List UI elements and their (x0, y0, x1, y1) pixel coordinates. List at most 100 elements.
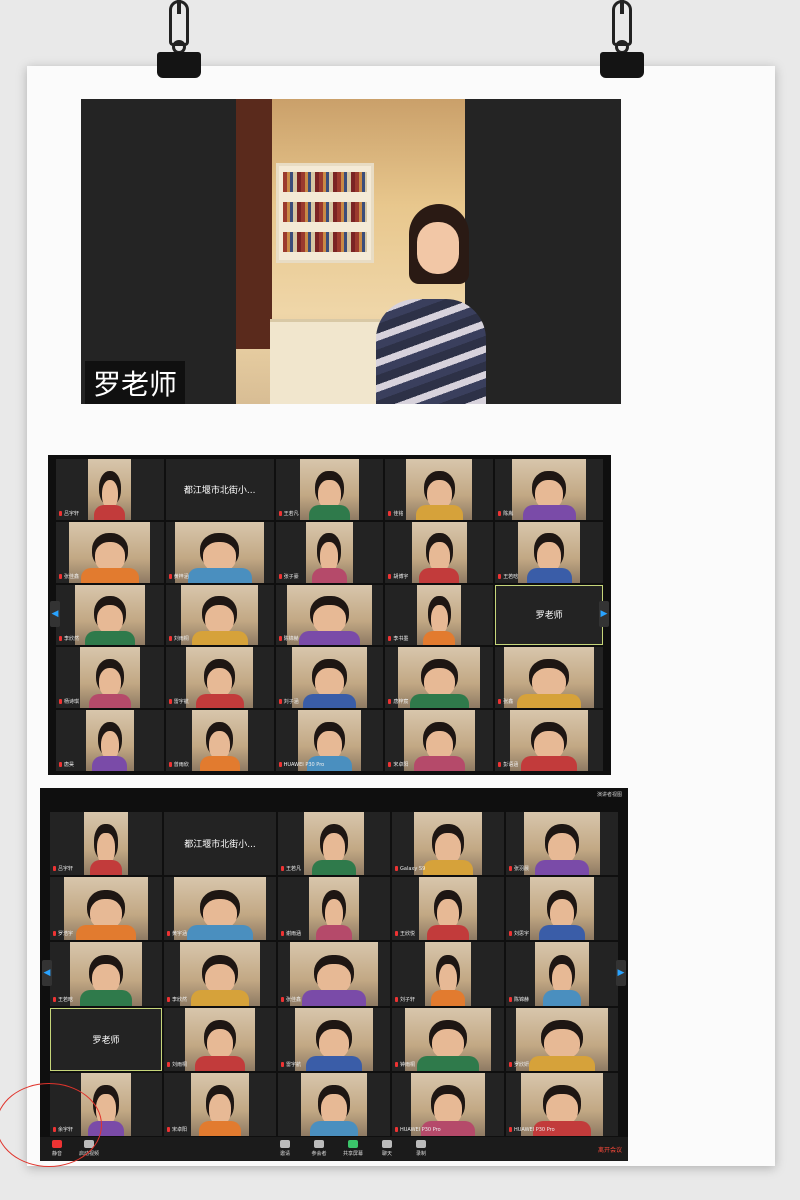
participant-tile[interactable]: 王若晗 (50, 942, 162, 1006)
participant-label-text: 曾雨欣 (173, 761, 189, 768)
participant-video (411, 521, 467, 583)
participant-tile[interactable]: 罗浩宇 (50, 877, 162, 941)
participant-tile[interactable]: 胡博宇 (385, 521, 494, 583)
participant-tile[interactable]: 张羽晨 (506, 812, 618, 876)
participant-tile[interactable]: 李书墨 (385, 584, 494, 646)
prev-page-button[interactable]: ◀ (42, 960, 52, 986)
participant-tile[interactable]: 王若晗 (495, 521, 603, 583)
participant-tile[interactable]: 张佳鑫 (56, 521, 164, 583)
participant-tile[interactable]: 刘思宇 (506, 877, 618, 941)
participant-video (300, 1072, 368, 1136)
participant-tile[interactable]: 陈锦赫 (506, 942, 618, 1006)
participant-tile[interactable]: 彭语涵 (495, 710, 603, 771)
invite-button[interactable]: 邀请 (270, 1140, 300, 1157)
muted-mic-icon (53, 866, 56, 872)
participant-video (190, 1072, 250, 1136)
participant-video (300, 459, 359, 520)
participant-tile[interactable]: 黄梓涵 (165, 521, 274, 583)
participant-tile[interactable]: HUAWEI P30 Pro (506, 1072, 618, 1136)
participant-tile[interactable]: 李欣然 (164, 942, 276, 1006)
participant-tile[interactable]: 都江堰市北街小... (165, 459, 274, 520)
participant-tile[interactable]: 曾雨欣 (165, 710, 274, 771)
participant-label-text: 宋卓阳 (393, 761, 409, 768)
participant-tile[interactable]: 罗老师 (50, 1007, 162, 1071)
speaker-view-toggle[interactable]: 演讲者视图 (597, 791, 622, 798)
participant-tile[interactable]: 王若凡 (278, 812, 390, 876)
participant-tile[interactable]: 罗老师 (495, 584, 603, 646)
participant-tile[interactable]: 雷宇航 (278, 1007, 390, 1071)
leave-meeting-button[interactable]: 离开会议 (598, 1145, 622, 1154)
next-page-button[interactable]: ▶ (616, 960, 626, 986)
participant-label: 宋卓阳 (388, 761, 409, 769)
muted-mic-icon (498, 699, 502, 705)
muted-mic-icon (498, 510, 502, 516)
participant-tile[interactable]: 黄宇涵 (164, 877, 276, 941)
muted-mic-icon (395, 866, 398, 872)
participant-tile[interactable]: 钟雨桐 (392, 1007, 504, 1071)
participant-tile[interactable]: 雷宇航 (165, 647, 274, 709)
prev-page-button[interactable]: ◀ (50, 601, 60, 627)
participant-tile[interactable]: 唐昊 (56, 710, 164, 771)
participant-tile[interactable]: 吕宇轩 (56, 459, 164, 520)
participant-tile[interactable]: 张鑫 (495, 647, 603, 709)
participant-tile[interactable]: 刘子轩 (392, 942, 504, 1006)
chat-button[interactable]: 聊天 (372, 1140, 402, 1157)
participant-label-text: 雷宇航 (173, 699, 189, 706)
participant-tile[interactable]: 王欣悦 (392, 877, 504, 941)
participant-video (517, 521, 581, 583)
participant-tile[interactable]: 张佳鑫 (278, 942, 390, 1006)
participant-video (180, 584, 259, 646)
participants-button[interactable]: 参会者 (304, 1140, 334, 1157)
participant-video (186, 647, 254, 709)
participant-tile[interactable]: 佳铭 (385, 459, 494, 520)
muted-mic-icon (395, 931, 398, 937)
participant-tile[interactable]: 谢雨涵 (278, 877, 390, 941)
participant-tile[interactable]: 都江堰市北街小... (164, 812, 276, 876)
participant-label: 王若晗 (53, 996, 73, 1004)
participant-tile[interactable]: 张子豪 (275, 521, 384, 583)
participant-name-display: 都江堰市北街小... (183, 485, 256, 496)
participant-tile[interactable]: 陈胤 (495, 459, 603, 520)
participant-tile[interactable]: HUAWEI P30 Pro (392, 1072, 504, 1136)
next-page-button[interactable]: ▶ (599, 601, 609, 627)
muted-mic-icon (278, 510, 282, 516)
participant-tile[interactable]: 刘子涵 (275, 647, 384, 709)
participant-tile[interactable] (278, 1072, 390, 1136)
participant-tile[interactable]: 宋卓阳 (385, 710, 494, 771)
participant-tile[interactable]: 宋卓阳 (164, 1072, 276, 1136)
participant-label: 刘雨桐 (167, 1061, 187, 1069)
participant-label-text: 张佳鑫 (64, 573, 80, 580)
participant-label: 张子豪 (278, 573, 299, 581)
participant-label-text: 刘雨桐 (173, 636, 189, 643)
participant-label-text: 王若晗 (503, 573, 519, 580)
participant-tile[interactable]: 罗欣妍 (506, 1007, 618, 1071)
participant-tile[interactable]: 刘雨桐 (164, 1007, 276, 1071)
participant-label-text: 李欣然 (172, 996, 188, 1003)
participant-tile[interactable]: 陈锦赫 (275, 584, 384, 646)
muted-mic-icon (388, 636, 392, 642)
participant-tile[interactable]: 王若凡 (275, 459, 384, 520)
participant-tile[interactable]: 刘雨桐 (165, 584, 274, 646)
participant-video (405, 1007, 491, 1071)
record-button[interactable]: 录制 (406, 1140, 436, 1157)
share-screen-button[interactable]: 共享屏幕 (338, 1140, 368, 1157)
participant-tile[interactable]: 李欣然 (56, 584, 164, 646)
participant-video (305, 521, 354, 583)
participant-label-text: 黄梓涵 (173, 573, 189, 580)
participant-label-text: 刘子涵 (283, 699, 299, 706)
muted-mic-icon (168, 573, 172, 579)
gallery-screenshot-2: 演讲者视图 吕宇轩 都江堰市北街小... 王若凡 Galaxy S9 张羽晨罗浩宇 黄宇涵… (40, 788, 628, 1161)
participant-tile[interactable]: HUAWEI P30 Pro (275, 710, 384, 771)
participant-label: 陈胤 (498, 510, 513, 518)
participant-label: 雷宇航 (281, 1061, 302, 1069)
participant-tile[interactable]: 杨诗琪 (56, 647, 164, 709)
participant-video (88, 459, 132, 520)
participant-tile[interactable]: 吕宇轩 (50, 812, 162, 876)
muted-mic-icon (59, 573, 62, 579)
participant-label-text: 雷宇航 (286, 1061, 302, 1068)
participant-video (523, 812, 601, 876)
participant-label: 王若凡 (278, 510, 299, 518)
participant-tile[interactable]: Galaxy S9 (392, 812, 504, 876)
participant-tile[interactable]: 唐梓宸 (385, 647, 494, 709)
teacher-name-label: 罗老师 (85, 361, 186, 404)
